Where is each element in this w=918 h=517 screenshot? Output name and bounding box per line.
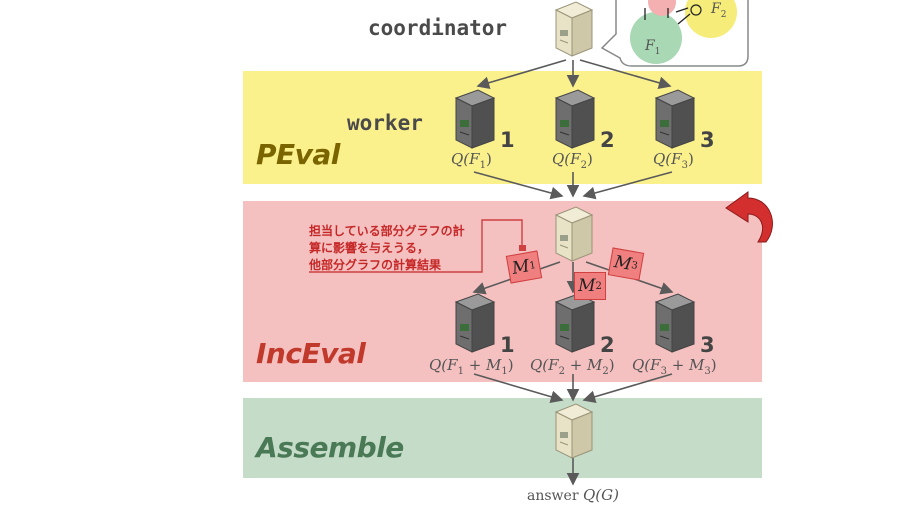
cycle-arrow-icon xyxy=(725,191,773,243)
phase-label-peval: PEval xyxy=(256,138,340,171)
graph-bubble-icon xyxy=(600,0,749,67)
worker-id-1: 1 xyxy=(500,333,515,357)
coordinator-server-icon xyxy=(554,403,594,459)
inceval-output-1: Q(F1 + M1) xyxy=(429,356,514,377)
worker-id-1: 1 xyxy=(500,128,515,152)
worker-id-3: 3 xyxy=(700,333,715,357)
coordinator-label: coordinator xyxy=(368,16,508,40)
phase-label-inceval: IncEval xyxy=(256,337,366,370)
worker-server-icon xyxy=(554,89,596,149)
worker-server-icon xyxy=(554,293,596,353)
worker-id-2: 2 xyxy=(600,333,615,357)
inceval-output-2: Q(F2 + M2) xyxy=(530,356,615,377)
message-m2: M2 xyxy=(574,272,606,300)
worker-server-icon xyxy=(454,293,496,353)
message-m3: M3 xyxy=(607,247,645,281)
fragment-f2-label: F2 xyxy=(711,1,727,20)
worker-server-icon xyxy=(654,293,696,353)
phase-label-assemble: Assemble xyxy=(256,431,404,464)
worker-label: worker xyxy=(347,111,423,135)
inceval-output-3: Q(F3 + M3) xyxy=(632,356,717,377)
worker-server-icon xyxy=(454,89,496,149)
peval-output-2: Q(F2) xyxy=(552,150,593,171)
answer-label: answer Q(G) xyxy=(527,486,619,504)
coordinator-server-icon xyxy=(554,206,594,262)
worker-id-2: 2 xyxy=(600,128,615,152)
coordinator-server-icon xyxy=(554,1,594,57)
message-m1: M1 xyxy=(505,250,543,284)
message-explanation-note: 担当している部分グラフの計 算に影響を与えうる， 他部分グラフの計算結果 xyxy=(309,224,465,272)
peval-output-1: Q(F1) xyxy=(451,150,492,171)
fragment-f1-label: F1 xyxy=(645,38,661,57)
worker-server-icon xyxy=(654,89,696,149)
peval-output-3: Q(F3) xyxy=(653,150,694,171)
worker-id-3: 3 xyxy=(700,128,715,152)
